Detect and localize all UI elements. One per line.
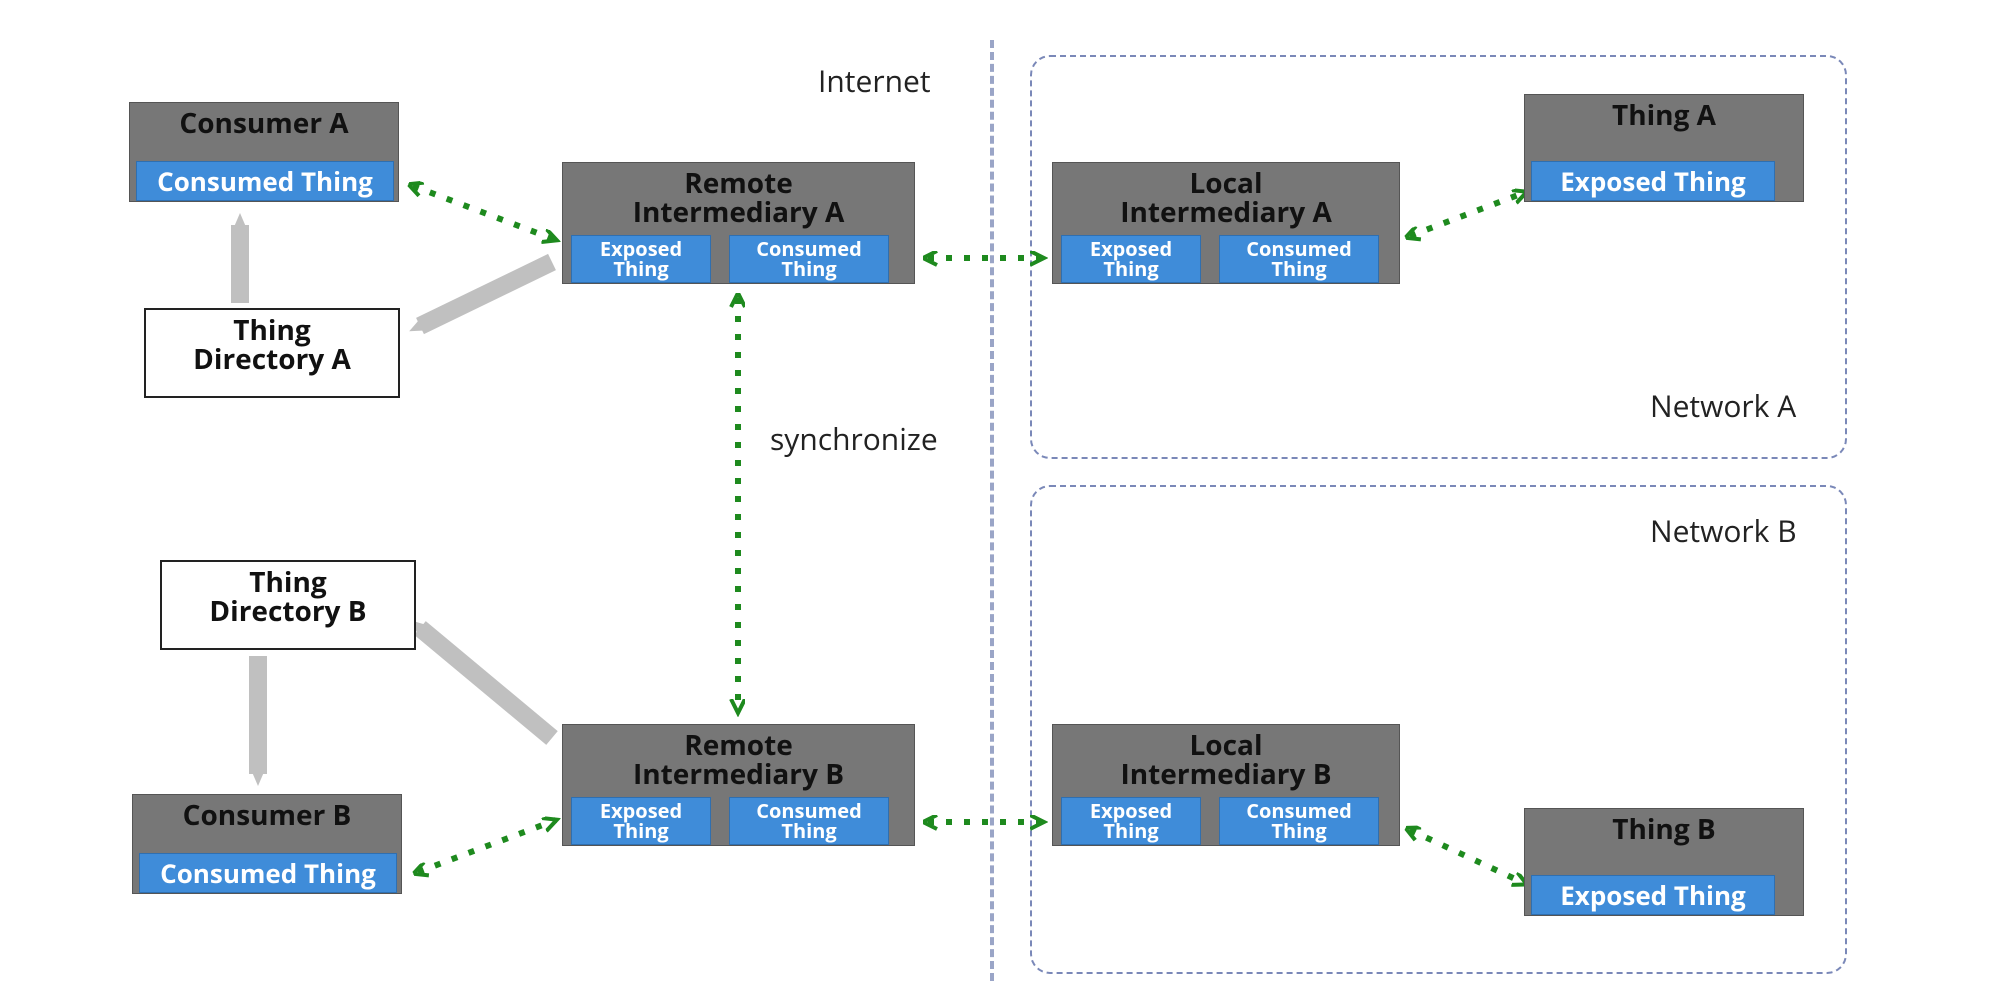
remote-intermediary-a-box: Remote Intermediary A Exposed Thing Cons… <box>562 162 915 284</box>
consumer-b-title: Consumer B <box>133 795 401 834</box>
diagram-canvas: Internet synchronize Network A Network B <box>0 0 2000 1001</box>
local-intermediary-b-title: Local Intermediary B <box>1053 725 1399 794</box>
thing-directory-a-title: Thing Directory A <box>146 310 398 379</box>
local-intermediary-a-title: Local Intermediary A <box>1053 163 1399 232</box>
thing-directory-a-box: Thing Directory A <box>144 308 400 398</box>
consumer-a-title: Consumer A <box>130 103 398 142</box>
thing-b-title: Thing B <box>1525 809 1803 848</box>
thing-directory-b-title: Thing Directory B <box>162 562 414 631</box>
link-consumer-b-remote-b <box>418 820 556 872</box>
remote-intermediary-b-title: Remote Intermediary B <box>563 725 914 794</box>
network-a-label: Network A <box>1650 385 1796 426</box>
consumer-b-consumed-thing: Consumed Thing <box>139 853 397 893</box>
thing-directory-b-box: Thing Directory B <box>160 560 416 650</box>
remote-a-consumed-thing: Consumed Thing <box>729 235 889 283</box>
network-b-label: Network B <box>1650 510 1797 551</box>
thing-b-box: Thing B Exposed Thing <box>1524 808 1804 916</box>
link-consumer-a-remote-a <box>413 186 556 240</box>
internet-label: Internet <box>818 60 931 101</box>
local-intermediary-a-box: Local Intermediary A Exposed Thing Consu… <box>1052 162 1400 284</box>
consumer-a-consumed-thing: Consumed Thing <box>136 161 394 201</box>
local-b-exposed-thing: Exposed Thing <box>1061 797 1201 845</box>
remote-b-exposed-thing: Exposed Thing <box>571 797 711 845</box>
remote-intermediary-b-box: Remote Intermediary B Exposed Thing Cons… <box>562 724 915 846</box>
arrow-remote-b-to-dir-b <box>420 628 552 738</box>
synchronize-label: synchronize <box>770 418 938 459</box>
local-intermediary-b-box: Local Intermediary B Exposed Thing Consu… <box>1052 724 1400 846</box>
local-b-consumed-thing: Consumed Thing <box>1219 797 1379 845</box>
local-a-consumed-thing: Consumed Thing <box>1219 235 1379 283</box>
arrow-remote-a-to-dir-a <box>420 262 552 326</box>
remote-b-consumed-thing: Consumed Thing <box>729 797 889 845</box>
thing-a-box: Thing A Exposed Thing <box>1524 94 1804 202</box>
consumer-b-box: Consumer B Consumed Thing <box>132 794 402 894</box>
thing-a-exposed-thing: Exposed Thing <box>1531 161 1775 201</box>
thing-b-exposed-thing: Exposed Thing <box>1531 875 1775 915</box>
remote-intermediary-a-title: Remote Intermediary A <box>563 163 914 232</box>
vertical-divider <box>990 40 994 981</box>
local-a-exposed-thing: Exposed Thing <box>1061 235 1201 283</box>
consumer-a-box: Consumer A Consumed Thing <box>129 102 399 202</box>
thing-a-title: Thing A <box>1525 95 1803 134</box>
remote-a-exposed-thing: Exposed Thing <box>571 235 711 283</box>
